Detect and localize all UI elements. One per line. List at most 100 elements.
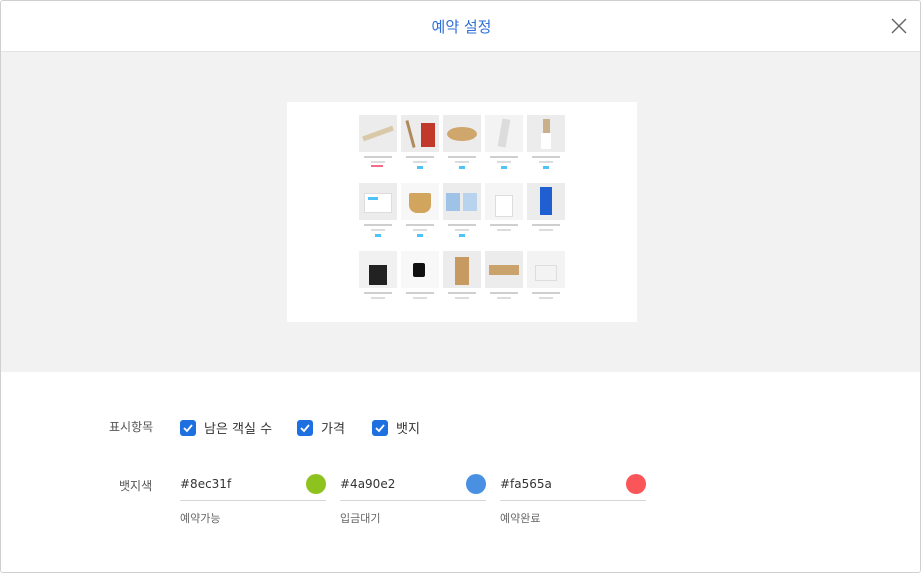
color-caption: 입금대기: [340, 512, 381, 525]
checkbox-remaining-rooms[interactable]: 남은 객실 수: [180, 418, 272, 437]
checkbox-price[interactable]: 가격: [297, 418, 345, 437]
checkbox-checked[interactable]: [372, 419, 388, 436]
input-underline: [500, 500, 646, 501]
reservation-settings-modal: 예약 설정 표시항목 남은 객실 수 가격 뱃지 뱃지색 #8ec31f 예약가…: [0, 0, 921, 573]
preview-area: [1, 52, 920, 372]
product-name: [364, 292, 392, 294]
product-price: [371, 297, 385, 299]
product-image: [401, 183, 439, 220]
checkbox-badge[interactable]: 뱃지: [372, 418, 420, 437]
product-badge: [375, 234, 381, 237]
color-value-input[interactable]: #8ec31f: [180, 477, 231, 491]
product-price: [455, 297, 469, 299]
product-name: [406, 156, 434, 158]
color-value-input[interactable]: #fa565a: [500, 477, 552, 491]
color-swatch[interactable]: [466, 474, 486, 494]
product-price: [413, 229, 427, 231]
color-swatch[interactable]: [306, 474, 326, 494]
product-price: [371, 161, 385, 163]
color-swatch[interactable]: [626, 474, 646, 494]
modal-title: 예약 설정: [431, 18, 492, 36]
product-thumb: [485, 115, 523, 169]
product-image: [401, 115, 439, 152]
product-name: [364, 156, 392, 158]
product-thumb: [359, 251, 397, 299]
product-image: [527, 251, 565, 288]
close-icon: [891, 18, 907, 34]
product-badge: [417, 166, 423, 169]
product-thumb: [527, 115, 565, 169]
product-image: [527, 115, 565, 152]
product-image: [443, 251, 481, 288]
product-thumb: [401, 115, 439, 169]
product-thumb: [485, 251, 523, 299]
product-badge: [459, 166, 465, 169]
check-icon: [375, 423, 385, 432]
product-image: [485, 183, 523, 220]
product-name: [490, 292, 518, 294]
checkbox-label: 남은 객실 수: [204, 422, 273, 437]
product-image: [485, 251, 523, 288]
product-name: [532, 224, 560, 226]
product-thumb: [443, 183, 481, 237]
close-button[interactable]: [890, 17, 908, 35]
product-badge: [501, 166, 507, 169]
product-name: [490, 156, 518, 158]
check-icon: [300, 423, 310, 432]
product-badge: [417, 234, 423, 237]
product-price: [539, 161, 553, 163]
product-price: [413, 161, 427, 163]
product-name: [406, 224, 434, 226]
product-thumb: [527, 183, 565, 231]
product-name: [532, 156, 560, 158]
product-name: [364, 224, 392, 226]
product-name: [406, 292, 434, 294]
check-icon: [183, 423, 193, 432]
product-price: [497, 229, 511, 231]
product-name: [448, 224, 476, 226]
product-thumb: [401, 183, 439, 237]
badge-color-label: 뱃지색: [119, 479, 153, 493]
checkbox-checked[interactable]: [180, 419, 196, 436]
input-underline: [340, 500, 486, 501]
product-name: [448, 292, 476, 294]
checkbox-label: 뱃지: [396, 422, 420, 437]
product-thumb: [359, 115, 397, 167]
product-thumb: [527, 251, 565, 299]
product-price: [455, 229, 469, 231]
product-badge: [543, 166, 549, 169]
product-thumb: [443, 115, 481, 169]
product-thumb: [401, 251, 439, 299]
product-image: [359, 115, 397, 152]
settings-panel: 표시항목 남은 객실 수 가격 뱃지 뱃지색 #8ec31f 예약가능 #4a9…: [1, 372, 920, 572]
product-image: [527, 183, 565, 220]
product-price: [539, 297, 553, 299]
product-badge: [371, 165, 383, 167]
product-image: [359, 251, 397, 288]
product-price: [497, 161, 511, 163]
product-price: [497, 297, 511, 299]
product-price: [455, 161, 469, 163]
modal-header: 예약 설정: [1, 1, 920, 52]
product-image: [485, 115, 523, 152]
product-thumb: [485, 183, 523, 231]
product-thumb: [359, 183, 397, 237]
product-thumb: [443, 251, 481, 299]
product-name: [490, 224, 518, 226]
color-value-input[interactable]: #4a90e2: [340, 477, 395, 491]
product-name: [532, 292, 560, 294]
product-image: [401, 251, 439, 288]
product-image: [443, 183, 481, 220]
input-underline: [180, 500, 326, 501]
product-price: [371, 229, 385, 231]
product-price: [539, 229, 553, 231]
display-items-label: 표시항목: [109, 420, 154, 434]
product-name: [448, 156, 476, 158]
preview-thumbnail: [287, 102, 637, 322]
product-badge: [459, 234, 465, 237]
color-caption: 예약완료: [500, 512, 541, 525]
product-image: [359, 183, 397, 220]
product-price: [413, 297, 427, 299]
product-image: [443, 115, 481, 152]
checkbox-checked[interactable]: [297, 419, 313, 436]
